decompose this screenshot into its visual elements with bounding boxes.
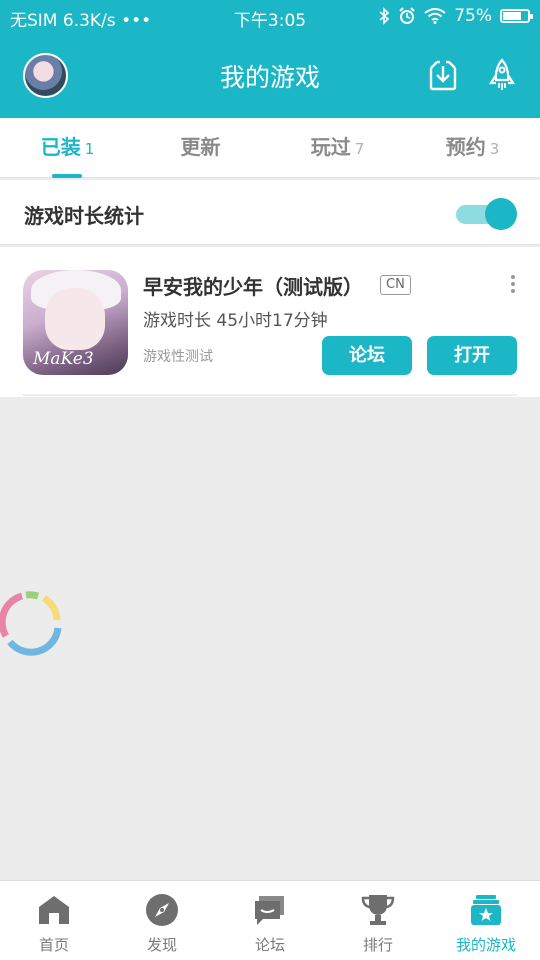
nav-home[interactable]: 首页 — [0, 881, 108, 960]
nav-forum[interactable]: 论坛 — [216, 881, 324, 960]
bottom-navigation: 首页 发现 论坛 排行 我的游戏 — [0, 880, 540, 960]
game-icon[interactable]: MaKe3 — [23, 270, 128, 375]
loading-spinner-icon — [0, 591, 62, 656]
tab-count: 7 — [354, 140, 365, 158]
nav-label: 论坛 — [254, 936, 285, 954]
tab-label: 预约 — [445, 135, 486, 159]
tab-label: 玩过 — [310, 135, 351, 159]
more-options-icon[interactable] — [511, 275, 519, 295]
top-bar: 无SIM 6.3K/s ••• 下午3:05 75% 我的游戏 — [0, 0, 540, 118]
tab-count: 1 — [84, 140, 95, 158]
nav-label: 首页 — [38, 936, 69, 954]
nav-my-games[interactable]: 我的游戏 — [432, 881, 540, 960]
playtime-stats-toggle[interactable] — [456, 198, 517, 230]
battery-percent: 75% — [454, 6, 492, 26]
tab-updates[interactable]: 更新 — [135, 118, 270, 178]
tab-count: 3 — [489, 140, 500, 158]
tab-played[interactable]: 玩过 7 — [270, 118, 405, 178]
home-icon — [39, 896, 69, 924]
trophy-icon — [361, 895, 395, 925]
forum-button[interactable]: 论坛 — [322, 336, 412, 375]
region-badge: CN — [380, 275, 411, 295]
nav-label: 发现 — [146, 936, 177, 954]
tab-indicator — [52, 174, 82, 178]
bluetooth-icon — [379, 7, 390, 25]
tab-label: 更新 — [180, 135, 221, 159]
nav-ranking[interactable]: 排行 — [324, 881, 432, 960]
nav-label: 我的游戏 — [455, 936, 516, 954]
my-games-icon — [471, 895, 501, 925]
nav-label: 排行 — [362, 936, 393, 954]
open-button[interactable]: 打开 — [427, 336, 517, 375]
alarm-icon — [399, 7, 415, 24]
tab-installed[interactable]: 已装 1 — [0, 118, 135, 178]
tab-bar: 已装 1 更新 玩过 7 预约 3 — [0, 118, 540, 178]
game-playtime: 游戏时长 45小时17分钟 — [143, 311, 328, 331]
battery-icon — [500, 9, 533, 23]
playtime-stats-label: 游戏时长统计 — [24, 204, 144, 228]
nav-discover[interactable]: 发现 — [108, 881, 216, 960]
game-tag: 游戏性测试 — [143, 349, 213, 365]
tab-label: 已装 — [40, 135, 81, 159]
toggle-knob — [485, 198, 517, 230]
game-icon-logo: MaKe3 — [33, 349, 94, 369]
download-icon[interactable] — [426, 58, 460, 92]
divider — [23, 394, 517, 396]
game-list-item[interactable]: MaKe3 早安我的少年（测试版） CN 游戏时长 45小时17分钟 游戏性测试… — [0, 247, 540, 397]
wifi-icon — [424, 8, 446, 24]
tab-reserved[interactable]: 预约 3 — [405, 118, 540, 178]
rocket-icon[interactable] — [485, 58, 519, 92]
status-bar: 无SIM 6.3K/s ••• 下午3:05 75% — [0, 0, 540, 34]
game-title: 早安我的少年（测试版） — [143, 275, 363, 299]
compass-icon — [146, 894, 178, 926]
chat-icon — [255, 896, 284, 925]
